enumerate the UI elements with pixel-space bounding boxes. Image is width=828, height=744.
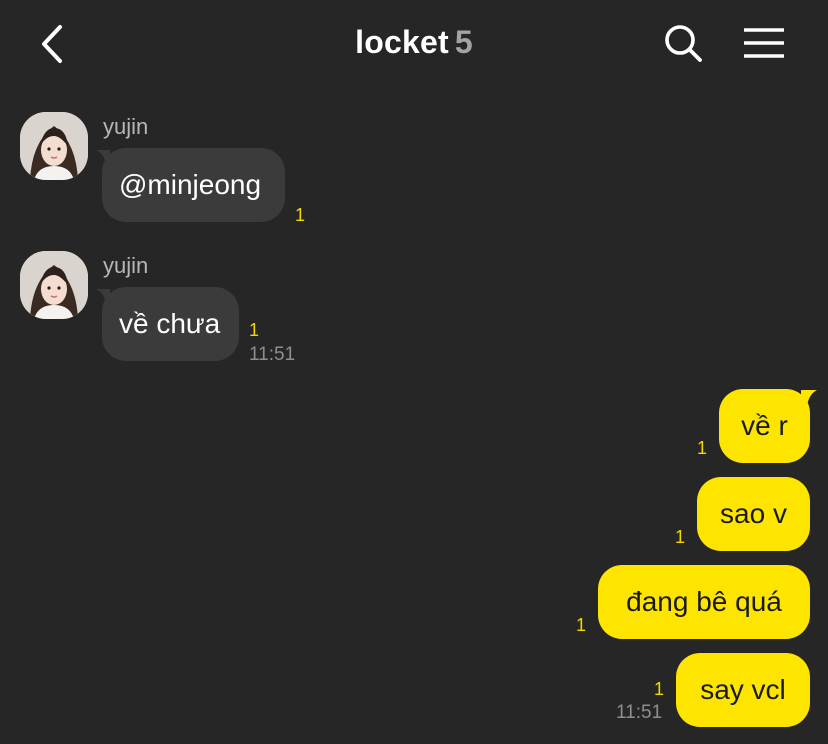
bubble-tail — [801, 390, 817, 406]
avatar[interactable] — [20, 112, 88, 180]
chat-room-name: locket — [355, 24, 449, 60]
search-button[interactable] — [662, 22, 706, 66]
message-text: về chưa — [119, 308, 221, 339]
message-text: say vcl — [700, 674, 786, 705]
chat-header: locket 5 — [0, 0, 828, 88]
incoming-message-bubble[interactable]: @minjeong — [102, 148, 285, 222]
outgoing-message-bubble[interactable]: sao v — [697, 477, 810, 551]
outgoing-message-bubble[interactable]: say vcl — [676, 653, 810, 727]
avatar-photo-icon — [20, 112, 88, 180]
message-text: về r — [741, 410, 788, 441]
message-time: 11:51 — [616, 702, 663, 723]
search-icon — [665, 25, 702, 62]
outgoing-message-bubble[interactable]: đang bê quá — [598, 565, 810, 639]
unread-count: 1 — [576, 615, 587, 635]
unread-count: 1 — [654, 679, 665, 699]
message-text: @minjeong — [119, 169, 262, 200]
hamburger-menu-icon — [744, 28, 784, 58]
unread-count: 1 — [675, 527, 686, 547]
sender-name: yujin — [103, 114, 149, 139]
unread-count: 1 — [249, 320, 260, 340]
avatar-photo-icon — [20, 251, 88, 319]
message-text: sao v — [720, 498, 787, 529]
unread-count: 1 — [697, 438, 708, 458]
message-time: 11:51 — [249, 344, 296, 365]
avatar[interactable] — [20, 251, 88, 319]
incoming-message-bubble[interactable]: về chưa — [102, 287, 239, 361]
outgoing-message-bubble[interactable]: về r — [719, 389, 810, 463]
message-text: đang bê quá — [626, 586, 782, 617]
menu-button[interactable] — [740, 24, 788, 64]
unread-count: 1 — [295, 205, 306, 225]
member-count: 5 — [454, 24, 473, 60]
chat-screen: locket 5 yujin @minjeong 1 yujin về chưa… — [0, 0, 828, 744]
sender-name: yujin — [103, 253, 149, 278]
